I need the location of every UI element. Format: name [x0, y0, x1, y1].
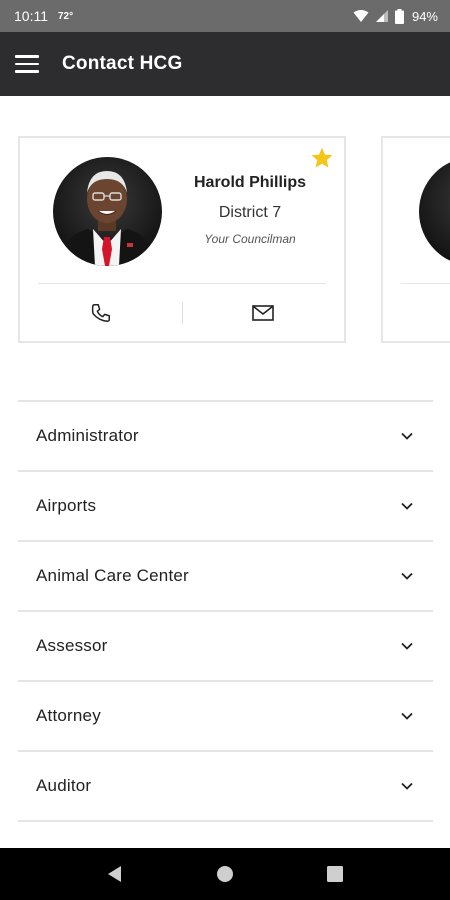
battery-icon [394, 8, 404, 24]
chevron-down-icon [401, 432, 413, 440]
chevron-down-icon [401, 642, 413, 650]
department-item-assessor[interactable]: Assessor [18, 610, 433, 680]
back-icon [108, 866, 121, 882]
contact-card[interactable]: Harold Phillips District 7 Your Councilm… [18, 136, 346, 343]
chevron-down-icon [401, 572, 413, 580]
contact-name: Harold Phillips [193, 174, 306, 191]
favorite-star-icon[interactable] [310, 146, 334, 170]
menu-button[interactable] [0, 32, 54, 96]
back-button[interactable] [95, 854, 135, 894]
contact-cards-carousel[interactable]: Harold Phillips District 7 Your Councilm… [0, 96, 450, 366]
status-time: 10:11 [14, 8, 48, 24]
status-temperature: 72° [58, 10, 74, 22]
contact-role: Your Councilman [204, 232, 296, 246]
hamburger-menu-icon [15, 55, 39, 73]
recents-icon [327, 866, 343, 882]
phone-icon [91, 304, 110, 322]
department-item-auditor[interactable]: Auditor [18, 750, 433, 820]
card-actions [20, 288, 344, 338]
home-button[interactable] [205, 854, 245, 894]
department-label: Assessor [36, 636, 108, 655]
mail-icon [252, 305, 275, 321]
wifi-icon [353, 10, 369, 22]
home-icon [217, 866, 233, 882]
department-item-administrator[interactable]: Administrator [18, 400, 433, 470]
councilman-avatar [53, 157, 162, 266]
chevron-down-icon [401, 782, 413, 790]
chevron-down-icon [401, 712, 413, 720]
contact-avatar [419, 157, 450, 266]
department-label: Animal Care Center [36, 566, 189, 585]
department-label: Administrator [36, 426, 139, 445]
card-divider [401, 283, 450, 284]
card-divider [38, 283, 326, 284]
page-title: Contact HCG [62, 53, 183, 74]
recents-button[interactable] [315, 854, 355, 894]
status-icons: 94% [353, 8, 438, 24]
department-item-attorney[interactable]: Attorney [18, 680, 433, 750]
department-list: Administrator Airports Animal Care Cente… [18, 400, 433, 890]
contact-district: District 7 [218, 204, 282, 221]
status-bar: 10:11 72° 94% [0, 0, 450, 32]
department-label: Auditor [36, 776, 92, 795]
department-label: Airports [36, 496, 97, 515]
department-item-airports[interactable]: Airports [18, 470, 433, 540]
email-button[interactable] [183, 288, 345, 338]
department-item-animal-care-center[interactable]: Animal Care Center [18, 540, 433, 610]
chevron-down-icon [401, 502, 413, 510]
signal-icon [375, 10, 388, 22]
contact-card-next[interactable] [381, 136, 450, 343]
battery-percent: 94% [411, 8, 438, 24]
app-bar: Contact HCG [0, 32, 450, 96]
department-label: Attorney [36, 706, 101, 725]
system-nav-bar [0, 848, 450, 900]
call-button[interactable] [20, 288, 182, 338]
